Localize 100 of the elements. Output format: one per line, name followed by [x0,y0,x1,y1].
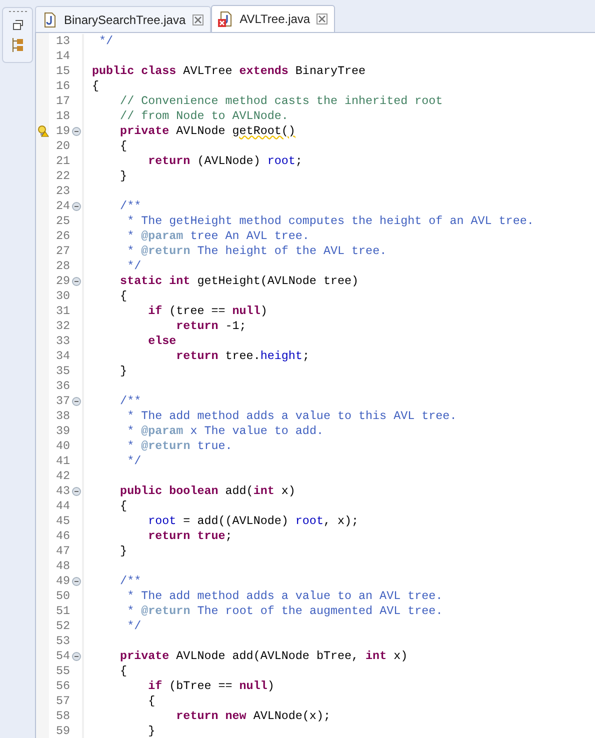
code-line: */ [126,454,142,469]
code-line: return new AVLNode(x); [175,709,330,724]
line-number: 46 [54,529,70,544]
line-number: 14 [54,49,70,64]
collapse-icon[interactable] [72,652,80,661]
code-line: private AVLNode add(AVLNode bTree, int x) [119,649,408,664]
line-number: 56 [54,679,70,694]
code-line: return (AVLNode) root; [147,154,302,169]
code-line: /** [119,394,142,409]
line-number: 58 [54,709,70,724]
lightbulb-warning-icon[interactable] [36,125,48,138]
code-line: { [119,499,128,514]
line-number: 13 [54,34,70,49]
line-number: 18 [54,109,70,124]
line-number: 28 [54,259,70,274]
editor-tab[interactable]: AVLTree.java [210,5,336,32]
code-line: { [119,139,128,154]
code-line: } [119,364,128,379]
line-number: 38 [54,409,70,424]
line-number: 59 [54,724,70,738]
line-number: 36 [54,379,70,394]
code-line: // Convenience method casts the inherited root [119,94,443,109]
code-line: /** [119,574,142,589]
restore-icon[interactable] [12,19,24,31]
line-number: 55 [54,664,70,679]
line-number: 34 [54,349,70,364]
line-number: 48 [54,559,70,574]
line-number: 32 [54,319,70,334]
line-number: 47 [54,544,70,559]
line-number: 20 [54,139,70,154]
collapse-icon[interactable] [72,277,80,286]
line-number: 44 [54,499,70,514]
line-number: 33 [54,334,70,349]
line-number: 31 [54,304,70,319]
line-number: 52 [54,619,70,634]
line-number: 42 [54,469,70,484]
code-line: */ [126,619,142,634]
code-line: public class AVLTree extends BinaryTree [92,64,366,79]
code-line: private AVLNode getRoot() [119,124,296,139]
code-line: } [119,169,128,184]
code-line: } [147,724,156,738]
grip-icon[interactable] [8,10,28,13]
code-line: root = add((AVLNode) root, x); [147,514,359,529]
line-number: 43 [54,484,70,499]
close-icon[interactable] [316,13,328,25]
line-number: 41 [54,454,70,469]
code-line: static int getHeight(AVLNode tree) [119,274,359,289]
collapse-icon[interactable] [72,487,80,496]
line-number: 57 [54,694,70,709]
code-line: { [119,289,128,304]
collapse-icon[interactable] [72,577,80,586]
code-line: } [119,544,128,559]
code-line: * The getHeight method computes the height of an AVL tree. [126,214,534,229]
code-line: if (tree == null) [147,304,268,319]
line-number: 35 [54,364,70,379]
line-number: 49 [54,574,70,589]
code-line: */ [126,259,142,274]
code-line: else [147,334,176,349]
line-number: 45 [54,514,70,529]
line-number: 40 [54,439,70,454]
editor-tab[interactable]: BinarySearchTree.java [35,6,211,32]
code-line: * @return true. [126,439,232,454]
collapse-icon[interactable] [72,127,80,136]
line-number: 53 [54,634,70,649]
line-number: 51 [54,604,70,619]
line-number: 17 [54,94,70,109]
line-number: 50 [54,589,70,604]
hierarchy-icon[interactable] [10,37,24,53]
code-line: return -1; [175,319,246,334]
line-number: 39 [54,424,70,439]
line-number: 25 [54,214,70,229]
code-line: * The add method adds a value to this AVL tree. [126,409,457,424]
code-line: { [119,664,128,679]
code-line: public boolean add(int x) [119,484,296,499]
line-number: 30 [54,289,70,304]
close-icon[interactable] [192,14,204,26]
code-line: * @param tree An AVL tree. [126,229,310,244]
code-line: return true; [147,529,232,544]
line-number: 37 [54,394,70,409]
code-line: */ [98,34,114,49]
line-number: 22 [54,169,70,184]
code-line: if (bTree == null) [147,679,274,694]
code-line: /** [119,199,142,214]
collapse-icon[interactable] [72,397,80,406]
line-number: 27 [54,244,70,259]
code-line: * @return The root of the augmented AVL tree. [126,604,443,619]
code-line: { [147,694,156,709]
code-line: // from Node to AVLNode. [119,109,288,124]
line-number: 29 [54,274,70,289]
line-number: 19 [54,124,70,139]
line-number: 26 [54,229,70,244]
line-number: 23 [54,184,70,199]
code-line: * @return The height of the AVL tree. [126,244,387,259]
code-line: * The add method adds a value to an AVL tree. [126,589,443,604]
code-line: { [92,79,100,94]
line-number: 24 [54,199,70,214]
code-line: * @param x The value to add. [126,424,324,439]
line-number: 16 [54,79,70,94]
collapse-icon[interactable] [72,202,80,211]
code-line: return tree.height; [175,349,310,364]
